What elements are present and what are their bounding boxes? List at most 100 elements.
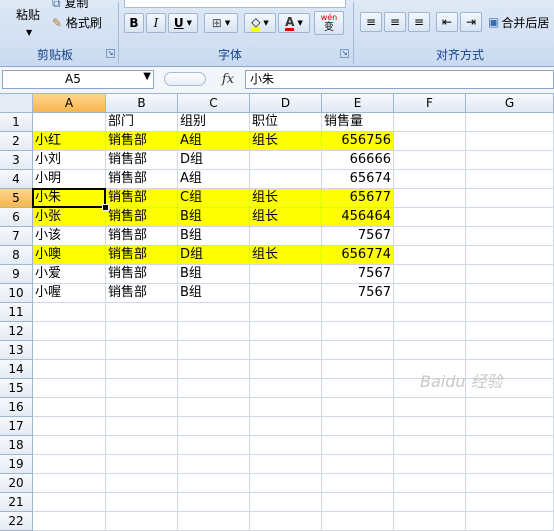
copy-button[interactable]: ⧉ 复制 <box>52 0 88 10</box>
cell-g9[interactable] <box>466 265 554 284</box>
cell-e18[interactable] <box>322 436 394 455</box>
cell-e9[interactable]: 7567 <box>322 265 394 284</box>
align-center-button[interactable]: ≡ <box>384 12 406 32</box>
cell-b5[interactable]: 销售部 <box>106 189 178 208</box>
chevron-down-icon[interactable]: ▼ <box>143 71 151 82</box>
cell-e7[interactable]: 7567 <box>322 227 394 246</box>
cell-a16[interactable] <box>33 398 106 417</box>
cell-e6[interactable]: 456464 <box>322 208 394 227</box>
font-launcher-icon[interactable]: ↘ <box>340 49 349 58</box>
cell-c11[interactable] <box>178 303 250 322</box>
cell-d1[interactable]: 职位 <box>250 113 322 132</box>
row-header-16[interactable]: 16 <box>0 398 33 417</box>
cell-a19[interactable] <box>33 455 106 474</box>
cell-f16[interactable] <box>394 398 466 417</box>
cell-e21[interactable] <box>322 493 394 512</box>
cell-f17[interactable] <box>394 417 466 436</box>
cell-b12[interactable] <box>106 322 178 341</box>
cell-d4[interactable] <box>250 170 322 189</box>
cell-b8[interactable]: 销售部 <box>106 246 178 265</box>
cell-c14[interactable] <box>178 360 250 379</box>
cell-c12[interactable] <box>178 322 250 341</box>
cell-f5[interactable] <box>394 189 466 208</box>
cell-c13[interactable] <box>178 341 250 360</box>
row-header-4[interactable]: 4 <box>0 170 33 189</box>
cell-d12[interactable] <box>250 322 322 341</box>
row-header-9[interactable]: 9 <box>0 265 33 284</box>
cell-c1[interactable]: 组别 <box>178 113 250 132</box>
cell-a13[interactable] <box>33 341 106 360</box>
cell-b11[interactable] <box>106 303 178 322</box>
cell-a3[interactable]: 小刘 <box>33 151 106 170</box>
cell-e8[interactable]: 656774 <box>322 246 394 265</box>
cell-b6[interactable]: 销售部 <box>106 208 178 227</box>
font-color-button[interactable]: A ▼ <box>278 13 310 33</box>
cell-b17[interactable] <box>106 417 178 436</box>
cell-e19[interactable] <box>322 455 394 474</box>
cell-d3[interactable] <box>250 151 322 170</box>
cell-d21[interactable] <box>250 493 322 512</box>
cell-d7[interactable] <box>250 227 322 246</box>
cell-d15[interactable] <box>250 379 322 398</box>
cell-d22[interactable] <box>250 512 322 531</box>
cell-c3[interactable]: D组 <box>178 151 250 170</box>
row-header-7[interactable]: 7 <box>0 227 33 246</box>
cell-f2[interactable] <box>394 132 466 151</box>
cell-e10[interactable]: 7567 <box>322 284 394 303</box>
row-header-15[interactable]: 15 <box>0 379 33 398</box>
cell-b19[interactable] <box>106 455 178 474</box>
clipboard-launcher-icon[interactable]: ↘ <box>106 49 115 58</box>
cell-d16[interactable] <box>250 398 322 417</box>
cell-g1[interactable] <box>466 113 554 132</box>
paste-button[interactable]: 粘贴 ▼ <box>4 0 48 44</box>
cell-g22[interactable] <box>466 512 554 531</box>
cell-f6[interactable] <box>394 208 466 227</box>
cell-a20[interactable] <box>33 474 106 493</box>
decrease-indent-button[interactable]: ⇤ <box>436 12 458 32</box>
formula-bar-resize-handle[interactable] <box>164 72 206 86</box>
cell-e16[interactable] <box>322 398 394 417</box>
cell-e22[interactable] <box>322 512 394 531</box>
cell-e3[interactable]: 66666 <box>322 151 394 170</box>
row-header-22[interactable]: 22 <box>0 512 33 531</box>
row-header-6[interactable]: 6 <box>0 208 33 227</box>
cell-g20[interactable] <box>466 474 554 493</box>
cell-e12[interactable] <box>322 322 394 341</box>
cell-d11[interactable] <box>250 303 322 322</box>
cell-a22[interactable] <box>33 512 106 531</box>
row-header-8[interactable]: 8 <box>0 246 33 265</box>
column-header-g[interactable]: G <box>466 94 554 113</box>
cell-b20[interactable] <box>106 474 178 493</box>
cell-b22[interactable] <box>106 512 178 531</box>
cell-c22[interactable] <box>178 512 250 531</box>
cell-d5[interactable]: 组长 <box>250 189 322 208</box>
cell-c8[interactable]: D组 <box>178 246 250 265</box>
cell-b16[interactable] <box>106 398 178 417</box>
cell-g19[interactable] <box>466 455 554 474</box>
cell-f3[interactable] <box>394 151 466 170</box>
cell-b9[interactable]: 销售部 <box>106 265 178 284</box>
row-header-10[interactable]: 10 <box>0 284 33 303</box>
row-header-17[interactable]: 17 <box>0 417 33 436</box>
cell-g4[interactable] <box>466 170 554 189</box>
align-left-button[interactable]: ≡ <box>360 12 382 32</box>
row-header-13[interactable]: 13 <box>0 341 33 360</box>
cell-b4[interactable]: 销售部 <box>106 170 178 189</box>
cell-e5[interactable]: 65677 <box>322 189 394 208</box>
cell-d17[interactable] <box>250 417 322 436</box>
cell-f9[interactable] <box>394 265 466 284</box>
cell-b18[interactable] <box>106 436 178 455</box>
cell-c9[interactable]: B组 <box>178 265 250 284</box>
increase-indent-button[interactable]: ⇥ <box>460 12 482 32</box>
cell-b10[interactable]: 销售部 <box>106 284 178 303</box>
cell-e13[interactable] <box>322 341 394 360</box>
cell-a2[interactable]: 小红 <box>33 132 106 151</box>
cell-a12[interactable] <box>33 322 106 341</box>
cell-c16[interactable] <box>178 398 250 417</box>
cell-c10[interactable]: B组 <box>178 284 250 303</box>
cell-b1[interactable]: 部门 <box>106 113 178 132</box>
cell-f12[interactable] <box>394 322 466 341</box>
fill-color-button[interactable]: ◇ ▼ <box>244 13 276 33</box>
cell-a10[interactable]: 小喔 <box>33 284 106 303</box>
cell-d13[interactable] <box>250 341 322 360</box>
